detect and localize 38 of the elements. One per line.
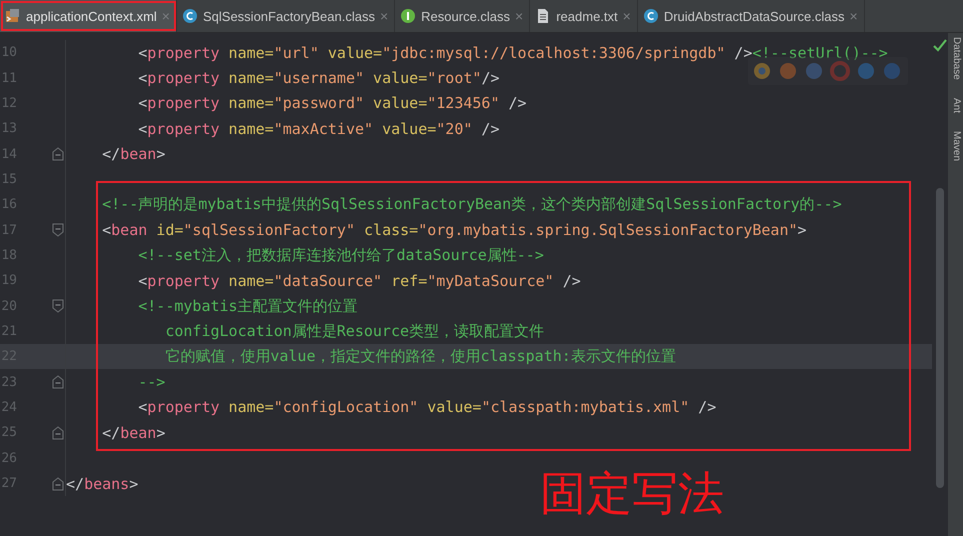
tool-window-tab[interactable]: Database [948, 37, 963, 80]
code-line: configLocation属性是Resource类型，读取配置文件 [164, 322, 544, 341]
code-line: <property name="configLocation" value="classpath:mybatis.xml" /> [137, 398, 716, 416]
fold-marker-icon[interactable] [52, 147, 64, 162]
checkmark-icon [933, 38, 947, 52]
code-line: </bean> [101, 145, 166, 164]
code-line: </bean> [101, 424, 166, 442]
fold-marker-icon[interactable] [52, 476, 64, 491]
code-line: <property name="password" value="123456" /> [137, 94, 527, 112]
code-line: <property name="maxActive" value="20" /> [137, 120, 500, 138]
tab-label: Resource.class [421, 8, 510, 24]
scrollbar-thumb[interactable] [936, 188, 944, 488]
fold-marker-icon[interactable] [52, 223, 64, 238]
tool-window-tab[interactable]: Maven [948, 130, 963, 161]
annotation-text: 固定写法 [540, 468, 724, 519]
code-line: <!--声明的是mybatis中提供的SqlSessionFactoryBean类，这个类内部创建SqlSessionFactory的--> [101, 195, 842, 214]
code-line: </beans> [66, 474, 138, 493]
tab-label: readme.txt [556, 8, 618, 24]
class-icon [642, 8, 659, 24]
fold-marker-icon[interactable] [52, 426, 64, 440]
code-line: <property name="dataSource" ref="myDataSource" /> [137, 272, 581, 290]
code-line: <bean id="sqlSessionFactory" class="org.mybatis.spring.SqlSessionFactoryBean"> [101, 221, 807, 240]
code-line: <!--set注入，把数据库连接池付给了dataSource属性--> [137, 246, 544, 265]
interface-icon [400, 8, 416, 24]
code-line: <!--mybatis主配置文件的位置 [137, 296, 358, 316]
class-icon [182, 8, 198, 24]
tab-label: DruidAbstractDataSource.class [664, 8, 844, 24]
fold-marker-icon[interactable] [52, 375, 64, 390]
xml-file-icon [5, 8, 21, 24]
tab-label: applicationContext.xml [26, 8, 157, 24]
editor-tab[interactable]: applicationContext.xml × [0, 0, 177, 32]
tab-label: SqlSessionFactoryBean.class [202, 8, 375, 24]
code-line: 它的赋值，使用value，指定文件的路径，使用classpath:表示文件的位置 [164, 347, 676, 366]
tool-window-tab[interactable]: Ant [948, 98, 963, 113]
code-line: <property name="username" value="root"/> [137, 69, 500, 88]
code-line: --> [137, 373, 166, 392]
code-line: <property name="url" value="jdbc:mysql://localhost:3306/springdb" /><!--setUrl()--> [137, 44, 888, 62]
fold-marker-icon[interactable] [52, 299, 64, 314]
